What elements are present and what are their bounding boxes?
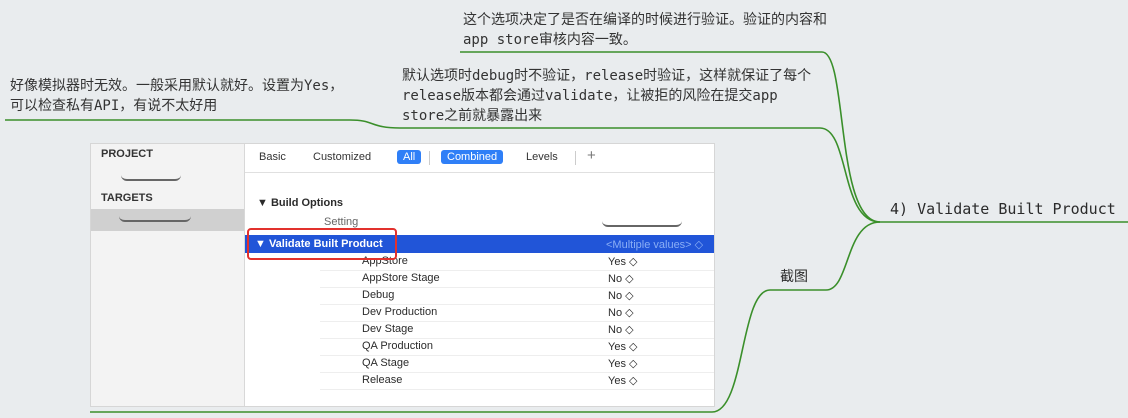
note-simulator: 好像模拟器时无效。一般采用默认就好。设置为Yes，可以检查私有API，有说不太好… bbox=[10, 78, 344, 114]
redacted-project-name bbox=[121, 173, 181, 181]
config-row[interactable]: QA Stage Yes ◇ bbox=[320, 355, 714, 373]
project-header: PROJECT bbox=[101, 148, 153, 160]
red-highlight-box bbox=[247, 228, 397, 260]
tab-separator bbox=[429, 151, 430, 165]
setting-value-popup[interactable]: <Multiple values> ◇ bbox=[606, 238, 703, 251]
xcode-sidebar: PROJECT TARGETS bbox=[91, 144, 245, 406]
target-item-selected[interactable] bbox=[91, 209, 244, 231]
tab-customized[interactable]: Customized bbox=[313, 151, 371, 163]
config-name: QA Stage bbox=[362, 357, 410, 369]
config-name: QA Production bbox=[362, 340, 433, 352]
tab-levels[interactable]: Levels bbox=[526, 151, 558, 163]
config-value-popup[interactable]: No ◇ bbox=[608, 323, 634, 336]
config-value-popup[interactable]: Yes ◇ bbox=[608, 255, 637, 268]
column-header-setting: Setting bbox=[324, 216, 359, 228]
config-row[interactable]: Debug No ◇ bbox=[320, 287, 714, 305]
config-value-popup[interactable]: Yes ◇ bbox=[608, 357, 637, 370]
root-node-label: 4) Validate Built Product bbox=[890, 200, 1116, 218]
note-validation-purpose: 这个选项决定了是否在编译的时候进行验证。验证的内容和app store审核内容一… bbox=[463, 12, 827, 48]
redacted-target-name bbox=[119, 214, 191, 222]
tab-all[interactable]: All bbox=[397, 150, 422, 164]
config-value-popup[interactable]: No ◇ bbox=[608, 272, 634, 285]
redacted-column-header bbox=[602, 219, 682, 227]
config-value-popup[interactable]: No ◇ bbox=[608, 306, 634, 319]
build-settings-tabbar: Basic Customized All Combined Levels + bbox=[245, 144, 714, 173]
xcode-build-settings-screenshot: PROJECT TARGETS Basic Customized All Com… bbox=[90, 143, 715, 407]
note-default-behavior: 默认选项时debug时不验证，release时验证，这样就保证了每个releas… bbox=[402, 68, 812, 124]
config-name: Release bbox=[362, 374, 403, 386]
build-settings-table: ▼ Build Options Setting ▼ Validate Built… bbox=[245, 173, 714, 406]
section-build-options[interactable]: ▼ Build Options bbox=[257, 197, 343, 209]
config-name: Debug bbox=[362, 289, 395, 301]
branch-node-screenshot: 截图 bbox=[780, 269, 808, 285]
config-value-popup[interactable]: No ◇ bbox=[608, 289, 634, 302]
tab-separator bbox=[575, 151, 576, 165]
tab-basic[interactable]: Basic bbox=[259, 151, 286, 163]
config-row[interactable]: Dev Stage No ◇ bbox=[320, 321, 714, 339]
targets-header: TARGETS bbox=[101, 192, 153, 204]
config-row[interactable]: Dev Production No ◇ bbox=[320, 304, 714, 322]
config-row[interactable]: QA Production Yes ◇ bbox=[320, 338, 714, 356]
config-name: Dev Stage bbox=[362, 323, 414, 335]
config-row[interactable]: AppStore Stage No ◇ bbox=[320, 270, 714, 288]
tab-combined[interactable]: Combined bbox=[441, 150, 504, 164]
config-name: Dev Production bbox=[362, 306, 438, 318]
config-row[interactable]: Release Yes ◇ bbox=[320, 372, 714, 390]
config-value-popup[interactable]: Yes ◇ bbox=[608, 374, 637, 387]
config-name: AppStore Stage bbox=[362, 272, 440, 284]
add-setting-button[interactable]: + bbox=[587, 147, 596, 164]
config-value-popup[interactable]: Yes ◇ bbox=[608, 340, 637, 353]
